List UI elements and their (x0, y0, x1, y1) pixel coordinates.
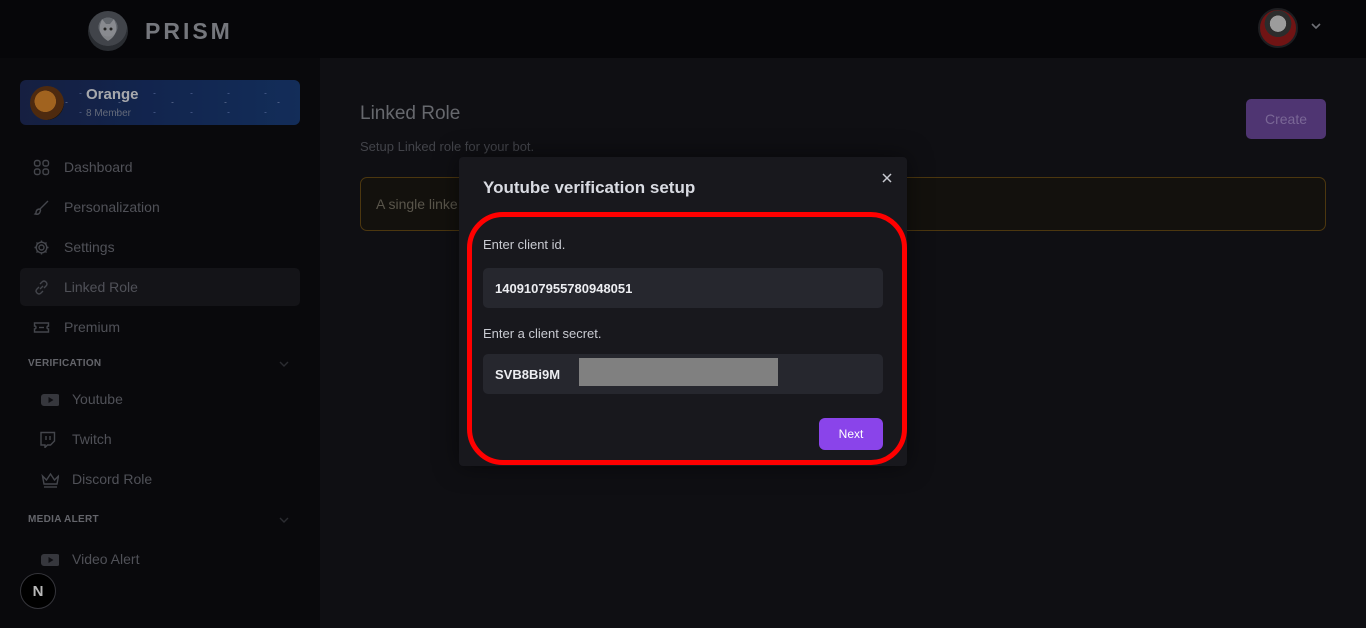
client-secret-label: Enter a client secret. (483, 326, 602, 341)
client-id-label: Enter client id. (483, 237, 566, 252)
modal-title: Youtube verification setup (483, 178, 696, 197)
client-secret-field (483, 354, 883, 394)
redaction-block (579, 358, 778, 386)
client-id-input[interactable] (483, 268, 883, 308)
youtube-setup-modal: Youtube verification setup Enter client … (459, 157, 907, 466)
close-icon[interactable] (880, 171, 894, 185)
next-button[interactable]: Next (819, 418, 883, 450)
